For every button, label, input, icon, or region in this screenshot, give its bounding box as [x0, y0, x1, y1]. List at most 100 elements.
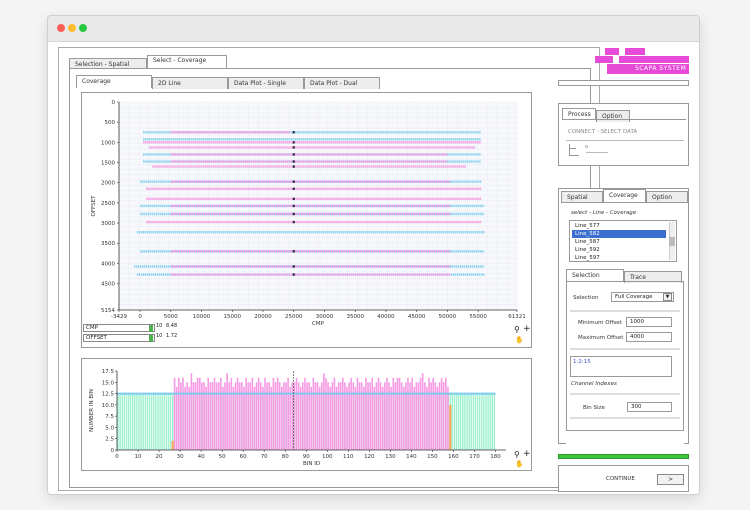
selection-label: Selection — [573, 295, 599, 301]
cmp-marker-point — [292, 197, 295, 201]
line-item-selected[interactable]: Line_582 — [572, 230, 666, 238]
selection-value: Full Coverage — [615, 294, 653, 300]
line-item[interactable]: Line_592 — [572, 246, 666, 254]
histogram-bar — [447, 386, 449, 450]
histogram-bar — [224, 382, 226, 450]
tab-coverage[interactable]: Coverage — [76, 75, 152, 88]
histogram-bar — [310, 386, 313, 450]
x-tick-label: 15000 — [224, 314, 242, 320]
tab-data-plot-dual[interactable]: Data Plot - Dual — [304, 77, 380, 89]
tab-select-coverage[interactable]: Select - Coverage — [147, 55, 227, 69]
top-status-bar — [558, 80, 689, 86]
histogram-bar — [352, 382, 355, 450]
histogram-bar — [381, 386, 384, 450]
histogram-bar — [423, 382, 426, 450]
cmp-step-b[interactable]: 8.48 — [166, 323, 177, 329]
tab-selection[interactable]: Selection — [566, 269, 624, 281]
histogram-bar — [276, 377, 279, 450]
cmp-marker-point — [292, 220, 295, 224]
y-tick-label: 1500 — [101, 161, 115, 167]
background-bin — [125, 393, 128, 450]
continue-box: CONTINUE > — [558, 465, 689, 492]
histogram-bar — [426, 386, 428, 450]
tab-2d-line[interactable]: 2D Line — [152, 77, 228, 89]
tab-coverage-right[interactable]: Coverage — [603, 189, 646, 202]
x-tick-label: 120 — [364, 454, 375, 460]
maximize-window-icon[interactable] — [79, 24, 87, 32]
cmp-marker-point — [292, 212, 295, 216]
min-offset-input[interactable]: 1000 — [626, 317, 672, 327]
coverage-chart-svg[interactable]: 0500100015002000250030003500400045005154… — [82, 93, 532, 348]
hist-zoom-icon[interactable]: ⚲ — [514, 450, 520, 459]
histogram-bar — [436, 386, 439, 450]
progress-bar — [558, 454, 689, 459]
histogram-bar — [262, 386, 264, 450]
zoom-icon[interactable]: ⚲ — [514, 325, 520, 334]
cmp-marker-point — [292, 265, 295, 268]
separator — [570, 393, 680, 395]
bin-size-input[interactable]: 300 — [627, 402, 672, 412]
histogram-bar — [211, 382, 214, 450]
line-listbox[interactable]: Line_577 Line_582 Line_587 Line_592 Line… — [569, 220, 677, 262]
cmp-marker-point — [292, 204, 295, 208]
continue-button[interactable]: > — [657, 474, 684, 485]
background-bin — [474, 393, 477, 450]
histogram-bar — [232, 386, 235, 450]
pan-plus-icon[interactable]: + — [523, 324, 531, 334]
histogram-bar — [205, 386, 207, 450]
close-window-icon[interactable] — [57, 24, 65, 32]
cmp-step-a[interactable]: 10 — [156, 323, 162, 329]
y-tick-label: 2000 — [101, 181, 115, 187]
y-tick-label: 500 — [105, 120, 116, 126]
histogram-bar — [312, 377, 315, 450]
background-bin — [142, 393, 144, 450]
histogram-bar — [302, 382, 304, 450]
offset-step-a[interactable]: 10 — [156, 333, 162, 339]
histogram-bar — [266, 382, 268, 450]
cmp-slider-handle[interactable] — [149, 325, 153, 332]
hist-plus-icon[interactable]: + — [523, 449, 531, 459]
hand-icon[interactable]: ✋ — [515, 336, 524, 344]
offset-axis-control[interactable]: OFFSET — [83, 334, 155, 342]
x-tick-label: 35000 — [346, 314, 364, 320]
histogram-bar — [333, 377, 336, 450]
hist-hand-icon[interactable]: ✋ — [515, 460, 524, 468]
histogram-bar — [173, 377, 176, 450]
offset-slider-handle[interactable] — [149, 335, 153, 342]
background-bin — [146, 393, 149, 450]
line-item[interactable]: Line_577 — [572, 222, 666, 230]
histogram-bar — [196, 377, 199, 450]
connect-text[interactable]: CONNECT - SELECT DATA — [568, 129, 637, 135]
cmp-axis-control[interactable]: CMP — [83, 324, 155, 332]
tab-process-option[interactable]: Option — [596, 110, 630, 122]
histogram-bar — [253, 386, 256, 450]
histogram-bar — [375, 382, 378, 450]
histogram-bar — [407, 377, 409, 450]
offset-step-b[interactable]: 1.72 — [166, 333, 177, 339]
cmp-marker-point — [292, 180, 295, 183]
channel-indexes-input[interactable]: 1:2:15 — [570, 356, 672, 377]
minimize-window-icon[interactable] — [68, 24, 76, 32]
background-bin — [161, 393, 163, 450]
histogram-bar — [194, 382, 197, 450]
histogram-bar — [281, 386, 283, 450]
histogram-bar — [411, 377, 413, 450]
list-scroll-thumb[interactable] — [669, 237, 675, 246]
max-offset-input[interactable]: 4000 — [626, 332, 672, 342]
separator — [570, 417, 680, 419]
line-item[interactable]: Line_587 — [572, 238, 666, 246]
x-tick-label: 5000 — [164, 314, 178, 320]
edge-bin — [449, 404, 452, 450]
cmp-marker-point — [292, 273, 295, 276]
selection-dropdown-arrow[interactable]: ▼ — [663, 293, 672, 301]
line-item[interactable]: Line_597 — [572, 254, 666, 262]
tab-data-plot-single[interactable]: Data Plot - Single — [228, 77, 304, 89]
background-bin — [483, 393, 485, 450]
histogram-bar — [445, 377, 447, 450]
x-tick-label: 60 — [240, 454, 247, 460]
histogram-svg[interactable]: 0 2.5 5.0 7.5 10.0 12.5 15.0 17.5 0 10 20 30 40 50 60 7… — [82, 359, 532, 471]
bin-size-label: Bin Size — [583, 405, 605, 411]
x-tick-label: 100 — [322, 454, 333, 460]
histogram-bar — [314, 382, 317, 450]
y-tick-label: 17.5 — [102, 369, 115, 375]
